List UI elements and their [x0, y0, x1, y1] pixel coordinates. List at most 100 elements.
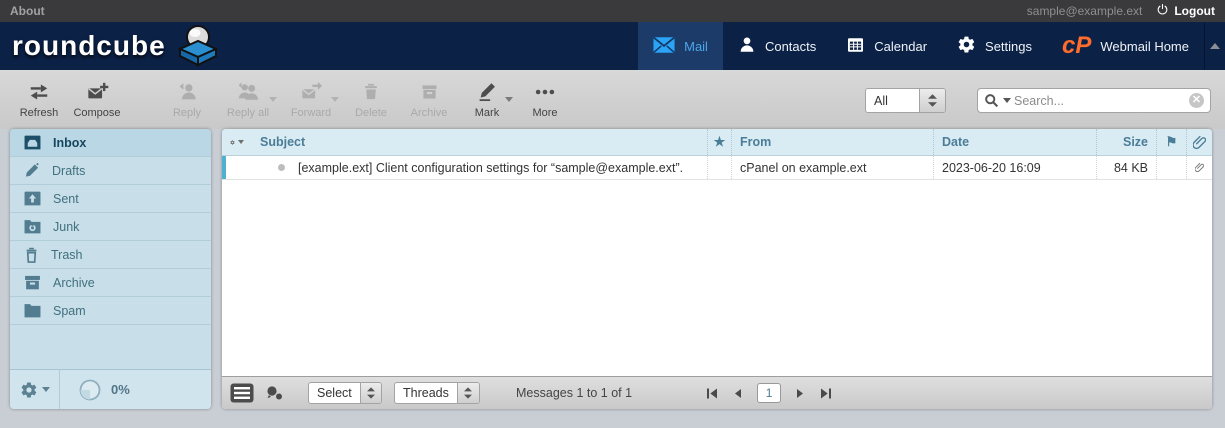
threads-dropdown[interactable]: Threads [394, 382, 480, 404]
tab-calendar[interactable]: Calendar [831, 22, 942, 70]
forward-dropdown-caret[interactable] [331, 97, 339, 102]
tab-mail[interactable]: Mail [638, 22, 723, 70]
row-subject-cell: [example.ext] Client configuration setti… [252, 156, 707, 179]
forward-button[interactable]: Forward [280, 77, 342, 119]
reply-icon [176, 77, 198, 107]
next-page-button[interactable] [794, 386, 806, 401]
folder-junk[interactable]: Junk [10, 213, 211, 241]
more-button[interactable]: More [516, 77, 574, 119]
column-header-attachment[interactable] [1186, 129, 1212, 155]
collapse-header-button[interactable] [1204, 22, 1225, 70]
folder-inbox-label: Inbox [53, 135, 87, 150]
quota-value: 0% [111, 382, 130, 397]
from-header-label: From [740, 135, 772, 149]
previous-page-button[interactable] [732, 386, 744, 401]
mark-button[interactable]: Mark [458, 77, 516, 119]
gear-icon [957, 35, 976, 57]
thread-view-button[interactable] [264, 384, 284, 402]
message-list-panel: Subject ★ From Date Size ⚑ [example.ext]… [222, 129, 1212, 409]
message-list-footer: Select Threads Messages 1 to 1 of 1 1 [222, 376, 1212, 409]
folder-drafts[interactable]: Drafts [10, 157, 211, 185]
date-header-label: Date [942, 135, 970, 149]
message-date: 2023-06-20 16:09 [933, 156, 1096, 179]
folder-inbox[interactable]: Inbox [10, 129, 211, 157]
folder-sent-label: Sent [53, 191, 79, 206]
next-page-icon [797, 388, 804, 398]
folder-archive[interactable]: Archive [10, 269, 211, 297]
clear-search-icon[interactable]: ✕ [1189, 93, 1204, 108]
search-input[interactable] [1014, 93, 1186, 108]
cube-logo-icon [172, 23, 224, 70]
logout-button[interactable]: Logout [1156, 3, 1215, 19]
refresh-button[interactable]: Refresh [10, 77, 68, 119]
trash-folder-icon [24, 247, 39, 263]
flag-icon: ⚑ [1165, 134, 1178, 149]
archive-folder-icon [24, 275, 41, 290]
tab-contacts-label: Contacts [764, 38, 817, 54]
folder-trash[interactable]: Trash [10, 241, 211, 269]
logout-label: Logout [1174, 4, 1215, 18]
list-options-button[interactable] [222, 129, 252, 155]
folder-trash-label: Trash [51, 247, 83, 262]
reply-label: Reply [172, 107, 202, 119]
tab-webmail-home[interactable]: cP Webmail Home [1047, 22, 1204, 70]
message-status-dot[interactable] [278, 164, 285, 171]
previous-page-icon [735, 388, 742, 398]
more-label: More [532, 107, 558, 119]
column-header-flag[interactable]: ⚑ [1156, 129, 1186, 155]
message-row[interactable]: [example.ext] Client configuration setti… [222, 156, 1212, 180]
reply-all-button[interactable]: Reply all [216, 77, 280, 119]
threads-spinner-icon [456, 383, 479, 403]
refresh-label: Refresh [19, 107, 59, 119]
message-count-status: Messages 1 to 1 of 1 [516, 386, 633, 400]
contacts-person-icon [738, 36, 756, 57]
compose-button[interactable]: Compose [68, 77, 126, 119]
top-bar: About sample@example.ext Logout [0, 0, 1225, 22]
archive-button[interactable]: Archive [400, 77, 458, 119]
list-mode-button[interactable] [230, 383, 254, 403]
archive-label: Archive [410, 107, 448, 119]
reply-all-icon [236, 77, 260, 107]
reply-button[interactable]: Reply [158, 77, 216, 119]
select-spinner-icon [919, 89, 945, 112]
column-header-date[interactable]: Date [933, 129, 1096, 155]
last-page-button[interactable] [819, 386, 833, 401]
nav-tabs: Mail Contacts Calendar Settings cP Webma… [638, 22, 1204, 70]
column-header-size[interactable]: Size [1096, 129, 1156, 155]
select-dropdown-value: Select [317, 386, 352, 400]
last-page-icon [821, 388, 832, 398]
search-options-caret[interactable] [1003, 98, 1011, 103]
paperclip-icon [1193, 135, 1206, 150]
more-dots-icon [533, 77, 557, 107]
search-scope-select[interactable]: All [865, 88, 946, 113]
delete-button[interactable]: Delete [342, 77, 400, 119]
compose-label: Compose [73, 107, 121, 119]
row-flag-cell[interactable] [1156, 156, 1186, 179]
folder-spam[interactable]: Spam [10, 297, 211, 325]
current-page-input[interactable]: 1 [757, 383, 782, 403]
quota-pie-icon [78, 378, 102, 402]
tab-settings[interactable]: Settings [942, 22, 1047, 70]
select-messages-dropdown[interactable]: Select [308, 382, 382, 404]
forward-icon [300, 77, 323, 107]
column-header-subject[interactable]: Subject [252, 129, 707, 155]
first-page-button[interactable] [705, 386, 719, 401]
row-star-cell[interactable] [707, 156, 731, 179]
roundcube-logo[interactable]: roundcube [0, 22, 224, 70]
folder-archive-label: Archive [53, 275, 95, 290]
column-header-from[interactable]: From [731, 129, 933, 155]
pagination: 1 [705, 383, 833, 403]
folder-sent[interactable]: Sent [10, 185, 211, 213]
mail-envelope-icon [653, 36, 675, 57]
tab-webmail-home-label: Webmail Home [1100, 38, 1189, 54]
row-gear-spacer [222, 156, 252, 179]
column-header-star[interactable]: ★ [707, 129, 731, 155]
about-link[interactable]: About [10, 4, 45, 18]
mark-dropdown-caret[interactable] [505, 97, 513, 102]
first-page-icon [707, 388, 718, 398]
reply-all-dropdown-caret[interactable] [269, 97, 277, 102]
tab-calendar-label: Calendar [874, 38, 928, 54]
tab-contacts[interactable]: Contacts [723, 22, 831, 70]
star-icon: ★ [713, 134, 726, 149]
folder-actions-button[interactable] [10, 370, 60, 409]
